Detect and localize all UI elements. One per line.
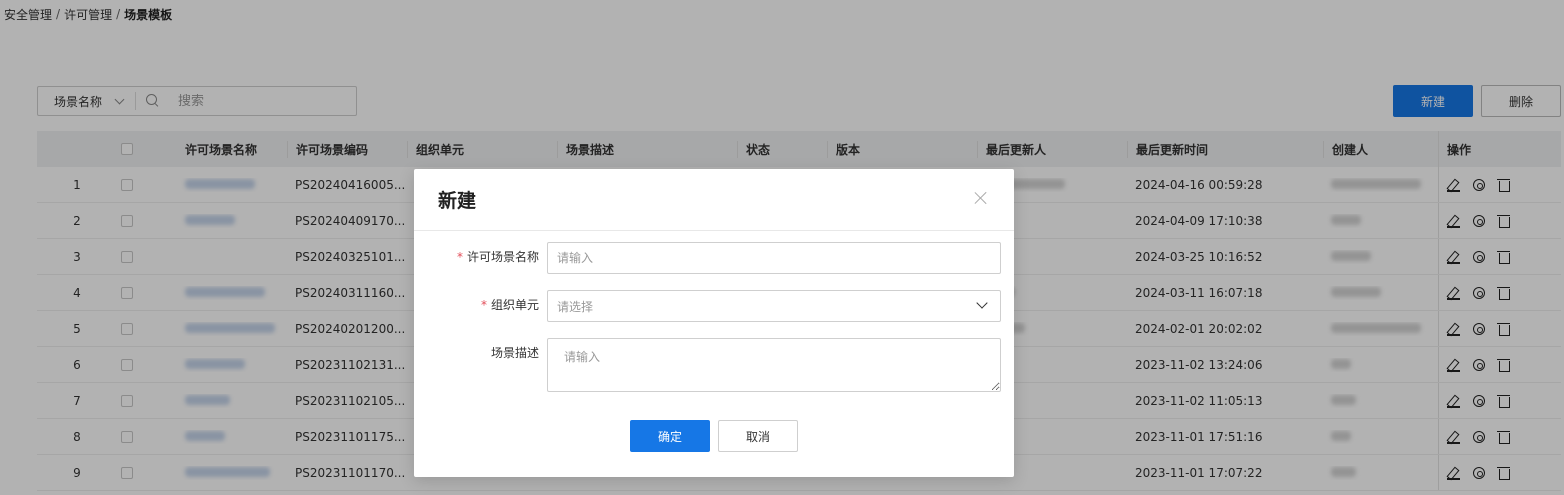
org-unit-select[interactable]: 请选择 [547, 290, 1001, 322]
dialog-footer: 确定 取消 [414, 420, 1014, 452]
org-select-placeholder: 请选择 [557, 299, 594, 314]
dialog-header: 新建 [414, 169, 1014, 231]
form-row-name: * 许可场景名称 [414, 242, 1001, 274]
cancel-button[interactable]: 取消 [718, 420, 798, 452]
form-row-desc: 场景描述 [414, 338, 1001, 392]
chevron-down-icon [976, 297, 988, 309]
scene-name-input[interactable] [547, 242, 1001, 274]
required-mark: * [456, 250, 463, 264]
org-field-label: * 组织单元 [480, 298, 539, 312]
scene-desc-textarea[interactable] [547, 338, 1001, 392]
close-icon[interactable] [974, 191, 988, 205]
required-mark: * [480, 298, 487, 312]
form-row-org: * 组织单元 请选择 [414, 290, 1001, 322]
new-scene-dialog: 新建 *许可场景名称 *组织单元 请选择 场景描述 确定 取消 [414, 169, 1014, 477]
desc-field-label: 场景描述 [490, 346, 539, 360]
name-field-label: * 许可场景名称 [456, 250, 539, 264]
dialog-title: 新建 [438, 190, 477, 212]
confirm-button[interactable]: 确定 [630, 420, 710, 452]
